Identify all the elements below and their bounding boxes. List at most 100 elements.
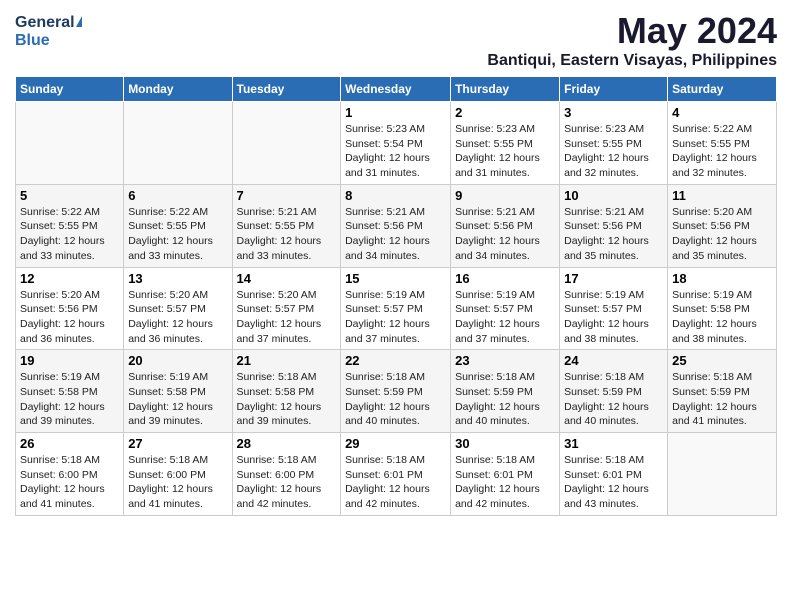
week-row-3: 12 Sunrise: 5:20 AMSunset: 5:56 PMDayligh…	[16, 267, 777, 350]
calendar-cell: 22Sunrise: 5:18 AMSunset: 5:59 PMDayligh…	[341, 350, 451, 433]
day-info: Sunrise: 5:20 AMSunset: 5:56 PMDaylight:…	[20, 288, 119, 347]
day-info: Sunrise: 5:18 AMSunset: 6:01 PMDaylight:…	[455, 453, 555, 512]
day-header-wednesday: Wednesday	[341, 77, 451, 102]
calendar-cell: 6Sunrise: 5:22 AMSunset: 5:55 PMDaylight…	[124, 184, 232, 267]
calendar-cell: 11 Sunrise: 5:20 AMSunset: 5:56 PMDayligh…	[668, 184, 777, 267]
day-info: Sunrise: 5:19 AMSunset: 5:57 PMDaylight:…	[455, 288, 555, 347]
day-number: 12	[20, 271, 119, 286]
day-number: 18	[672, 271, 772, 286]
calendar-cell: 2 Sunrise: 5:23 AMSunset: 5:55 PMDaylight…	[451, 102, 560, 185]
calendar-cell: 15 Sunrise: 5:19 AMSunset: 5:57 PMDayligh…	[341, 267, 451, 350]
day-number: 20	[128, 353, 227, 368]
calendar-cell: 9 Sunrise: 5:21 AMSunset: 5:56 PMDaylight…	[451, 184, 560, 267]
day-header-friday: Friday	[560, 77, 668, 102]
day-info: Sunrise: 5:23 AMSunset: 5:55 PMDaylight:…	[455, 122, 555, 181]
day-info: Sunrise: 5:18 AMSunset: 5:59 PMDaylight:…	[564, 370, 663, 429]
header: General Blue May 2024 Bantiqui, Eastern …	[15, 10, 777, 70]
day-number: 10	[564, 188, 663, 203]
day-info: Sunrise: 5:18 AMSunset: 6:01 PMDaylight:…	[564, 453, 663, 512]
calendar-cell: 4 Sunrise: 5:22 AMSunset: 5:55 PMDaylight…	[668, 102, 777, 185]
calendar-cell: 23 Sunrise: 5:18 AMSunset: 5:59 PMDayligh…	[451, 350, 560, 433]
day-header-sunday: Sunday	[16, 77, 124, 102]
calendar-cell: 13Sunrise: 5:20 AMSunset: 5:57 PMDayligh…	[124, 267, 232, 350]
day-number: 14	[237, 271, 337, 286]
day-info: Sunrise: 5:18 AMSunset: 6:00 PMDaylight:…	[20, 453, 119, 512]
calendar-cell: 20 Sunrise: 5:19 AMSunset: 5:58 PMDayligh…	[124, 350, 232, 433]
day-number: 30	[455, 436, 555, 451]
day-info: Sunrise: 5:18 AMSunset: 6:01 PMDaylight:…	[345, 453, 446, 512]
day-info: Sunrise: 5:18 AMSunset: 5:58 PMDaylight:…	[237, 370, 337, 429]
day-number: 4	[672, 105, 772, 120]
day-info: Sunrise: 5:18 AMSunset: 6:00 PMDaylight:…	[237, 453, 337, 512]
day-header-tuesday: Tuesday	[232, 77, 341, 102]
calendar-cell: 19Sunrise: 5:19 AMSunset: 5:58 PMDayligh…	[16, 350, 124, 433]
logo-triangle-icon	[76, 16, 82, 27]
day-number: 23	[455, 353, 555, 368]
day-number: 17	[564, 271, 663, 286]
day-number: 3	[564, 105, 663, 120]
calendar-cell: 24Sunrise: 5:18 AMSunset: 5:59 PMDayligh…	[560, 350, 668, 433]
day-info: Sunrise: 5:19 AMSunset: 5:57 PMDaylight:…	[345, 288, 446, 347]
subtitle: Bantiqui, Eastern Visayas, Philippines	[487, 52, 777, 70]
calendar-cell: 5 Sunrise: 5:22 AMSunset: 5:55 PMDaylight…	[16, 184, 124, 267]
day-number: 19	[20, 353, 119, 368]
title-area: May 2024 Bantiqui, Eastern Visayas, Phil…	[487, 10, 777, 70]
day-number: 31	[564, 436, 663, 451]
day-info: Sunrise: 5:19 AMSunset: 5:57 PMDaylight:…	[564, 288, 663, 347]
day-number: 8	[345, 188, 446, 203]
logo-blue: Blue	[15, 32, 50, 50]
day-info: Sunrise: 5:22 AMSunset: 5:55 PMDaylight:…	[672, 122, 772, 181]
calendar-cell	[124, 102, 232, 185]
calendar-cell: 10 Sunrise: 5:21 AMSunset: 5:56 PMDayligh…	[560, 184, 668, 267]
day-info: Sunrise: 5:19 AMSunset: 5:58 PMDaylight:…	[672, 288, 772, 347]
day-info: Sunrise: 5:20 AMSunset: 5:57 PMDaylight:…	[128, 288, 227, 347]
day-number: 2	[455, 105, 555, 120]
day-number: 15	[345, 271, 446, 286]
calendar-cell: 8 Sunrise: 5:21 AMSunset: 5:56 PMDaylight…	[341, 184, 451, 267]
calendar-table: SundayMondayTuesdayWednesdayThursdayFrid…	[15, 76, 777, 516]
calendar-cell: 25Sunrise: 5:18 AMSunset: 5:59 PMDayligh…	[668, 350, 777, 433]
day-number: 7	[237, 188, 337, 203]
day-number: 27	[128, 436, 227, 451]
day-number: 9	[455, 188, 555, 203]
day-info: Sunrise: 5:18 AMSunset: 5:59 PMDaylight:…	[455, 370, 555, 429]
day-header-saturday: Saturday	[668, 77, 777, 102]
calendar-cell: 28 Sunrise: 5:18 AMSunset: 6:00 PMDayligh…	[232, 433, 341, 516]
calendar-cell: 21 Sunrise: 5:18 AMSunset: 5:58 PMDayligh…	[232, 350, 341, 433]
day-number: 11	[672, 188, 772, 203]
calendar-cell: 17 Sunrise: 5:19 AMSunset: 5:57 PMDayligh…	[560, 267, 668, 350]
week-row-5: 26 Sunrise: 5:18 AMSunset: 6:00 PMDayligh…	[16, 433, 777, 516]
calendar-cell: 26 Sunrise: 5:18 AMSunset: 6:00 PMDayligh…	[16, 433, 124, 516]
day-info: Sunrise: 5:21 AMSunset: 5:56 PMDaylight:…	[455, 205, 555, 264]
day-info: Sunrise: 5:23 AMSunset: 5:54 PMDaylight:…	[345, 122, 446, 181]
day-number: 26	[20, 436, 119, 451]
calendar-cell	[232, 102, 341, 185]
day-info: Sunrise: 5:21 AMSunset: 5:56 PMDaylight:…	[564, 205, 663, 264]
calendar-cell: 30 Sunrise: 5:18 AMSunset: 6:01 PMDayligh…	[451, 433, 560, 516]
day-info: Sunrise: 5:20 AMSunset: 5:56 PMDaylight:…	[672, 205, 772, 264]
day-info: Sunrise: 5:21 AMSunset: 5:56 PMDaylight:…	[345, 205, 446, 264]
calendar-cell	[16, 102, 124, 185]
calendar-cell: 1 Sunrise: 5:23 AMSunset: 5:54 PMDaylight…	[341, 102, 451, 185]
calendar-cell: 27 Sunrise: 5:18 AMSunset: 6:00 PMDayligh…	[124, 433, 232, 516]
week-row-1: 1 Sunrise: 5:23 AMSunset: 5:54 PMDaylight…	[16, 102, 777, 185]
calendar-cell: 14Sunrise: 5:20 AMSunset: 5:57 PMDayligh…	[232, 267, 341, 350]
calendar-cell: 3 Sunrise: 5:23 AMSunset: 5:55 PMDaylight…	[560, 102, 668, 185]
day-number: 28	[237, 436, 337, 451]
day-info: Sunrise: 5:18 AMSunset: 6:00 PMDaylight:…	[128, 453, 227, 512]
day-info: Sunrise: 5:23 AMSunset: 5:55 PMDaylight:…	[564, 122, 663, 181]
calendar-cell: 31 Sunrise: 5:18 AMSunset: 6:01 PMDayligh…	[560, 433, 668, 516]
day-number: 1	[345, 105, 446, 120]
logo: General Blue	[15, 14, 82, 50]
day-info: Sunrise: 5:22 AMSunset: 5:55 PMDaylight:…	[20, 205, 119, 264]
day-number: 29	[345, 436, 446, 451]
day-info: Sunrise: 5:21 AMSunset: 5:55 PMDaylight:…	[237, 205, 337, 264]
calendar-cell	[668, 433, 777, 516]
day-header-monday: Monday	[124, 77, 232, 102]
header-row: SundayMondayTuesdayWednesdayThursdayFrid…	[16, 77, 777, 102]
calendar-cell: 7 Sunrise: 5:21 AMSunset: 5:55 PMDaylight…	[232, 184, 341, 267]
day-header-thursday: Thursday	[451, 77, 560, 102]
day-number: 5	[20, 188, 119, 203]
day-info: Sunrise: 5:19 AMSunset: 5:58 PMDaylight:…	[128, 370, 227, 429]
day-number: 21	[237, 353, 337, 368]
